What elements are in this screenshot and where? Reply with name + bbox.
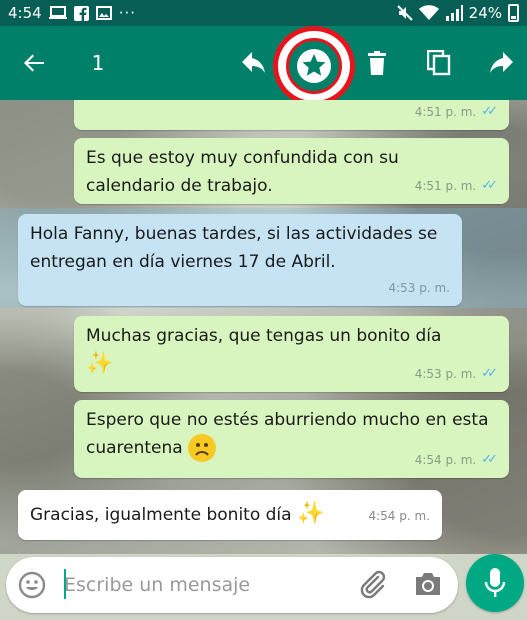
emoji-icon bbox=[18, 571, 46, 599]
message-text: Muchas gracias, que tengas un bonito día bbox=[86, 326, 442, 346]
message-bubble-outgoing[interactable]: Es que estoy muy confundida con su calen… bbox=[74, 138, 509, 204]
message-meta: 4:51 p. m. ✓✓ bbox=[414, 172, 498, 200]
back-button[interactable] bbox=[14, 26, 54, 100]
message-input[interactable] bbox=[64, 567, 344, 603]
message-text: Gracias, igualmente bonito día bbox=[30, 505, 292, 525]
battery-percent: 24% bbox=[468, 4, 502, 22]
message-text: Es que estoy muy confundida con su calen… bbox=[86, 148, 399, 196]
voice-message-button[interactable] bbox=[466, 554, 524, 612]
star-button[interactable] bbox=[286, 38, 342, 94]
camera-button[interactable] bbox=[414, 571, 442, 601]
message-text: Hola Fanny, buenas tardes, si las activi… bbox=[30, 224, 438, 272]
wifi-icon bbox=[418, 5, 439, 20]
forward-button[interactable] bbox=[486, 26, 516, 100]
message-time: 4:54 p. m. bbox=[368, 509, 430, 523]
message-time: 4:51 p. m. bbox=[414, 105, 477, 119]
chat-area[interactable]: 4:51 p. m. ✓✓ Es que estoy muy confundid… bbox=[0, 100, 527, 554]
status-time: 4:54 bbox=[8, 4, 42, 22]
reply-button[interactable] bbox=[236, 26, 272, 100]
message-bubble-outgoing[interactable]: 4:51 p. m. ✓✓ bbox=[74, 100, 509, 130]
message-bubble-incoming-selected[interactable]: Hola Fanny, buenas tardes, si las activi… bbox=[18, 214, 462, 306]
double-check-icon: ✓✓ bbox=[481, 366, 498, 381]
mute-icon bbox=[396, 5, 413, 21]
message-meta: 4:54 p. m. ✓✓ bbox=[414, 446, 498, 474]
paperclip-icon bbox=[360, 570, 386, 599]
message-bubble-outgoing[interactable]: Espero que no estés aburriendo mucho en … bbox=[74, 400, 509, 478]
message-bubble-incoming[interactable]: Gracias, igualmente bonito día ✨ 4:54 p.… bbox=[18, 490, 442, 540]
frowning-face-emoji bbox=[188, 434, 217, 462]
emoji-button[interactable] bbox=[18, 571, 46, 603]
back-arrow-icon bbox=[24, 54, 44, 72]
message-time: 4:53 p. m. bbox=[414, 367, 477, 381]
delete-icon bbox=[368, 51, 386, 75]
signal-icon bbox=[445, 5, 463, 21]
selection-action-bar: 1 bbox=[0, 26, 527, 106]
message-meta: 4:53 p. m. bbox=[388, 274, 450, 302]
star-icon bbox=[297, 49, 331, 83]
facebook-icon bbox=[73, 5, 89, 21]
sparkles-emoji: ✨ bbox=[86, 351, 114, 376]
star-highlight-circle bbox=[273, 26, 355, 106]
copy-icon bbox=[427, 50, 451, 76]
selected-count: 1 bbox=[91, 51, 105, 75]
double-check-icon: ✓✓ bbox=[481, 178, 498, 193]
message-bubble-outgoing[interactable]: Muchas gracias, que tengas un bonito día… bbox=[74, 316, 509, 392]
message-meta: 4:53 p. m. ✓✓ bbox=[414, 360, 498, 388]
reply-icon bbox=[242, 52, 265, 73]
sparkles-emoji: ✨ bbox=[296, 501, 325, 526]
copy-button[interactable] bbox=[422, 26, 456, 100]
more-notifications-icon: ··· bbox=[118, 4, 136, 22]
forward-icon bbox=[490, 52, 513, 73]
double-check-icon: ✓✓ bbox=[481, 452, 498, 467]
gallery-icon bbox=[95, 6, 112, 20]
message-time: 4:51 p. m. bbox=[414, 179, 477, 193]
delete-button[interactable] bbox=[362, 26, 392, 100]
double-check-icon: ✓✓ bbox=[481, 104, 498, 119]
message-composer bbox=[6, 557, 458, 613]
message-meta: 4:51 p. m. ✓✓ bbox=[414, 100, 498, 126]
attach-button[interactable] bbox=[358, 569, 388, 603]
message-meta: 4:54 p. m. bbox=[368, 502, 430, 530]
status-bar: 4:54 ··· 24% bbox=[0, 0, 527, 26]
camera-icon bbox=[416, 573, 440, 595]
laptop-icon bbox=[48, 6, 67, 19]
message-time: 4:54 p. m. bbox=[414, 453, 477, 467]
microphone-icon bbox=[484, 568, 506, 597]
battery-icon bbox=[508, 4, 519, 22]
message-time: 4:53 p. m. bbox=[388, 281, 450, 295]
